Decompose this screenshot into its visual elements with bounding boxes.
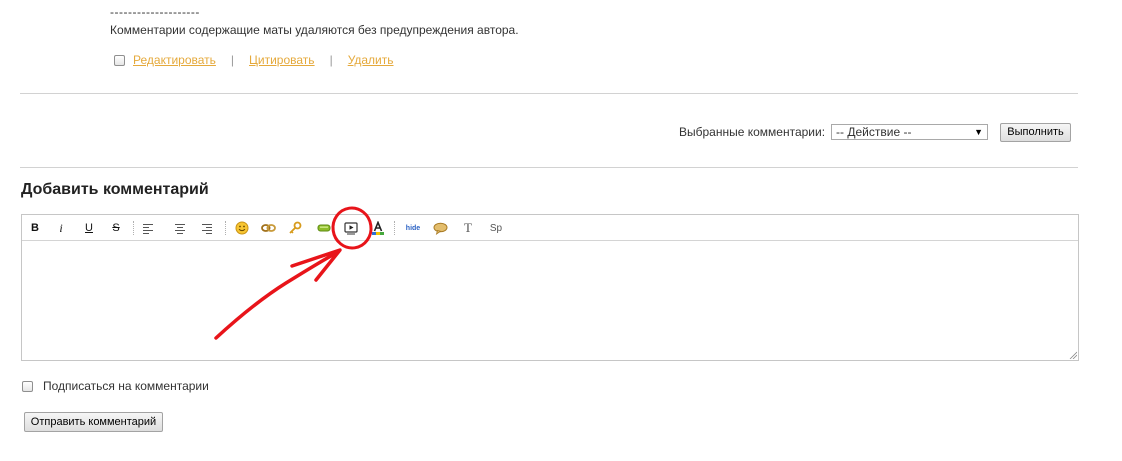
strike-button[interactable]: S [108,220,124,236]
selected-comments-row: Выбранные комментарии: -- Действие -- ▼ … [679,122,1072,142]
resize-grip-icon[interactable] [1069,351,1077,359]
comment-actions: Редактировать | Цитировать | Удалить [114,52,394,68]
execute-button[interactable]: Выполнить [1000,122,1072,142]
font-color-icon[interactable] [370,220,386,236]
quote-link[interactable]: Цитировать [249,53,315,67]
video-icon[interactable] [343,220,359,236]
italic-button[interactable]: i [53,220,69,236]
add-comment-heading: Добавить комментарий [21,181,209,198]
text-format-button[interactable]: T [460,220,476,236]
underline-button[interactable]: U [81,220,97,236]
action-select[interactable]: -- Действие -- ▼ [831,124,989,140]
editor-toolbar: B i U S hide T Sp [22,215,1078,241]
code-icon[interactable] [316,220,332,236]
submit-comment-button[interactable]: Отправить комментарий [24,412,163,432]
toolbar-separator [133,221,135,235]
divider-top [20,93,1078,94]
key-icon[interactable] [287,220,303,236]
link-icon[interactable] [260,220,276,236]
align-right-icon[interactable] [199,220,215,236]
comment-editor: B i U S hide T Sp [21,214,1079,361]
toolbar-separator [225,221,227,235]
comment-notice-text: Комментарии содержащие маты удаляются бе… [110,23,519,37]
align-center-icon[interactable] [172,220,188,236]
subscribe-checkbox[interactable] [22,380,33,392]
selected-comments-label: Выбранные комментарии: [679,125,826,139]
toolbar-separator [394,221,396,235]
action-separator: | [329,53,333,67]
hide-button[interactable]: hide [403,220,423,236]
quote-bubble-icon[interactable] [432,220,448,236]
comment-textarea[interactable] [22,241,1078,360]
smiley-icon[interactable] [234,220,250,236]
subscribe-row: Подписаться на комментарии [22,378,209,394]
bold-button[interactable]: B [27,220,43,236]
divider-bottom [20,167,1078,168]
delete-link[interactable]: Удалить [348,53,394,67]
select-arrow-icon: ▼ [974,127,984,137]
align-left-icon[interactable] [140,220,156,236]
action-separator: | [230,53,235,67]
comment-dashes: -------------------- [110,5,200,19]
spoiler-button[interactable]: Sp [486,220,506,236]
comment-select-checkbox[interactable] [114,54,125,66]
action-select-value: -- Действие -- [836,125,912,139]
subscribe-label: Подписаться на комментарии [43,379,209,393]
edit-link[interactable]: Редактировать [133,53,216,67]
